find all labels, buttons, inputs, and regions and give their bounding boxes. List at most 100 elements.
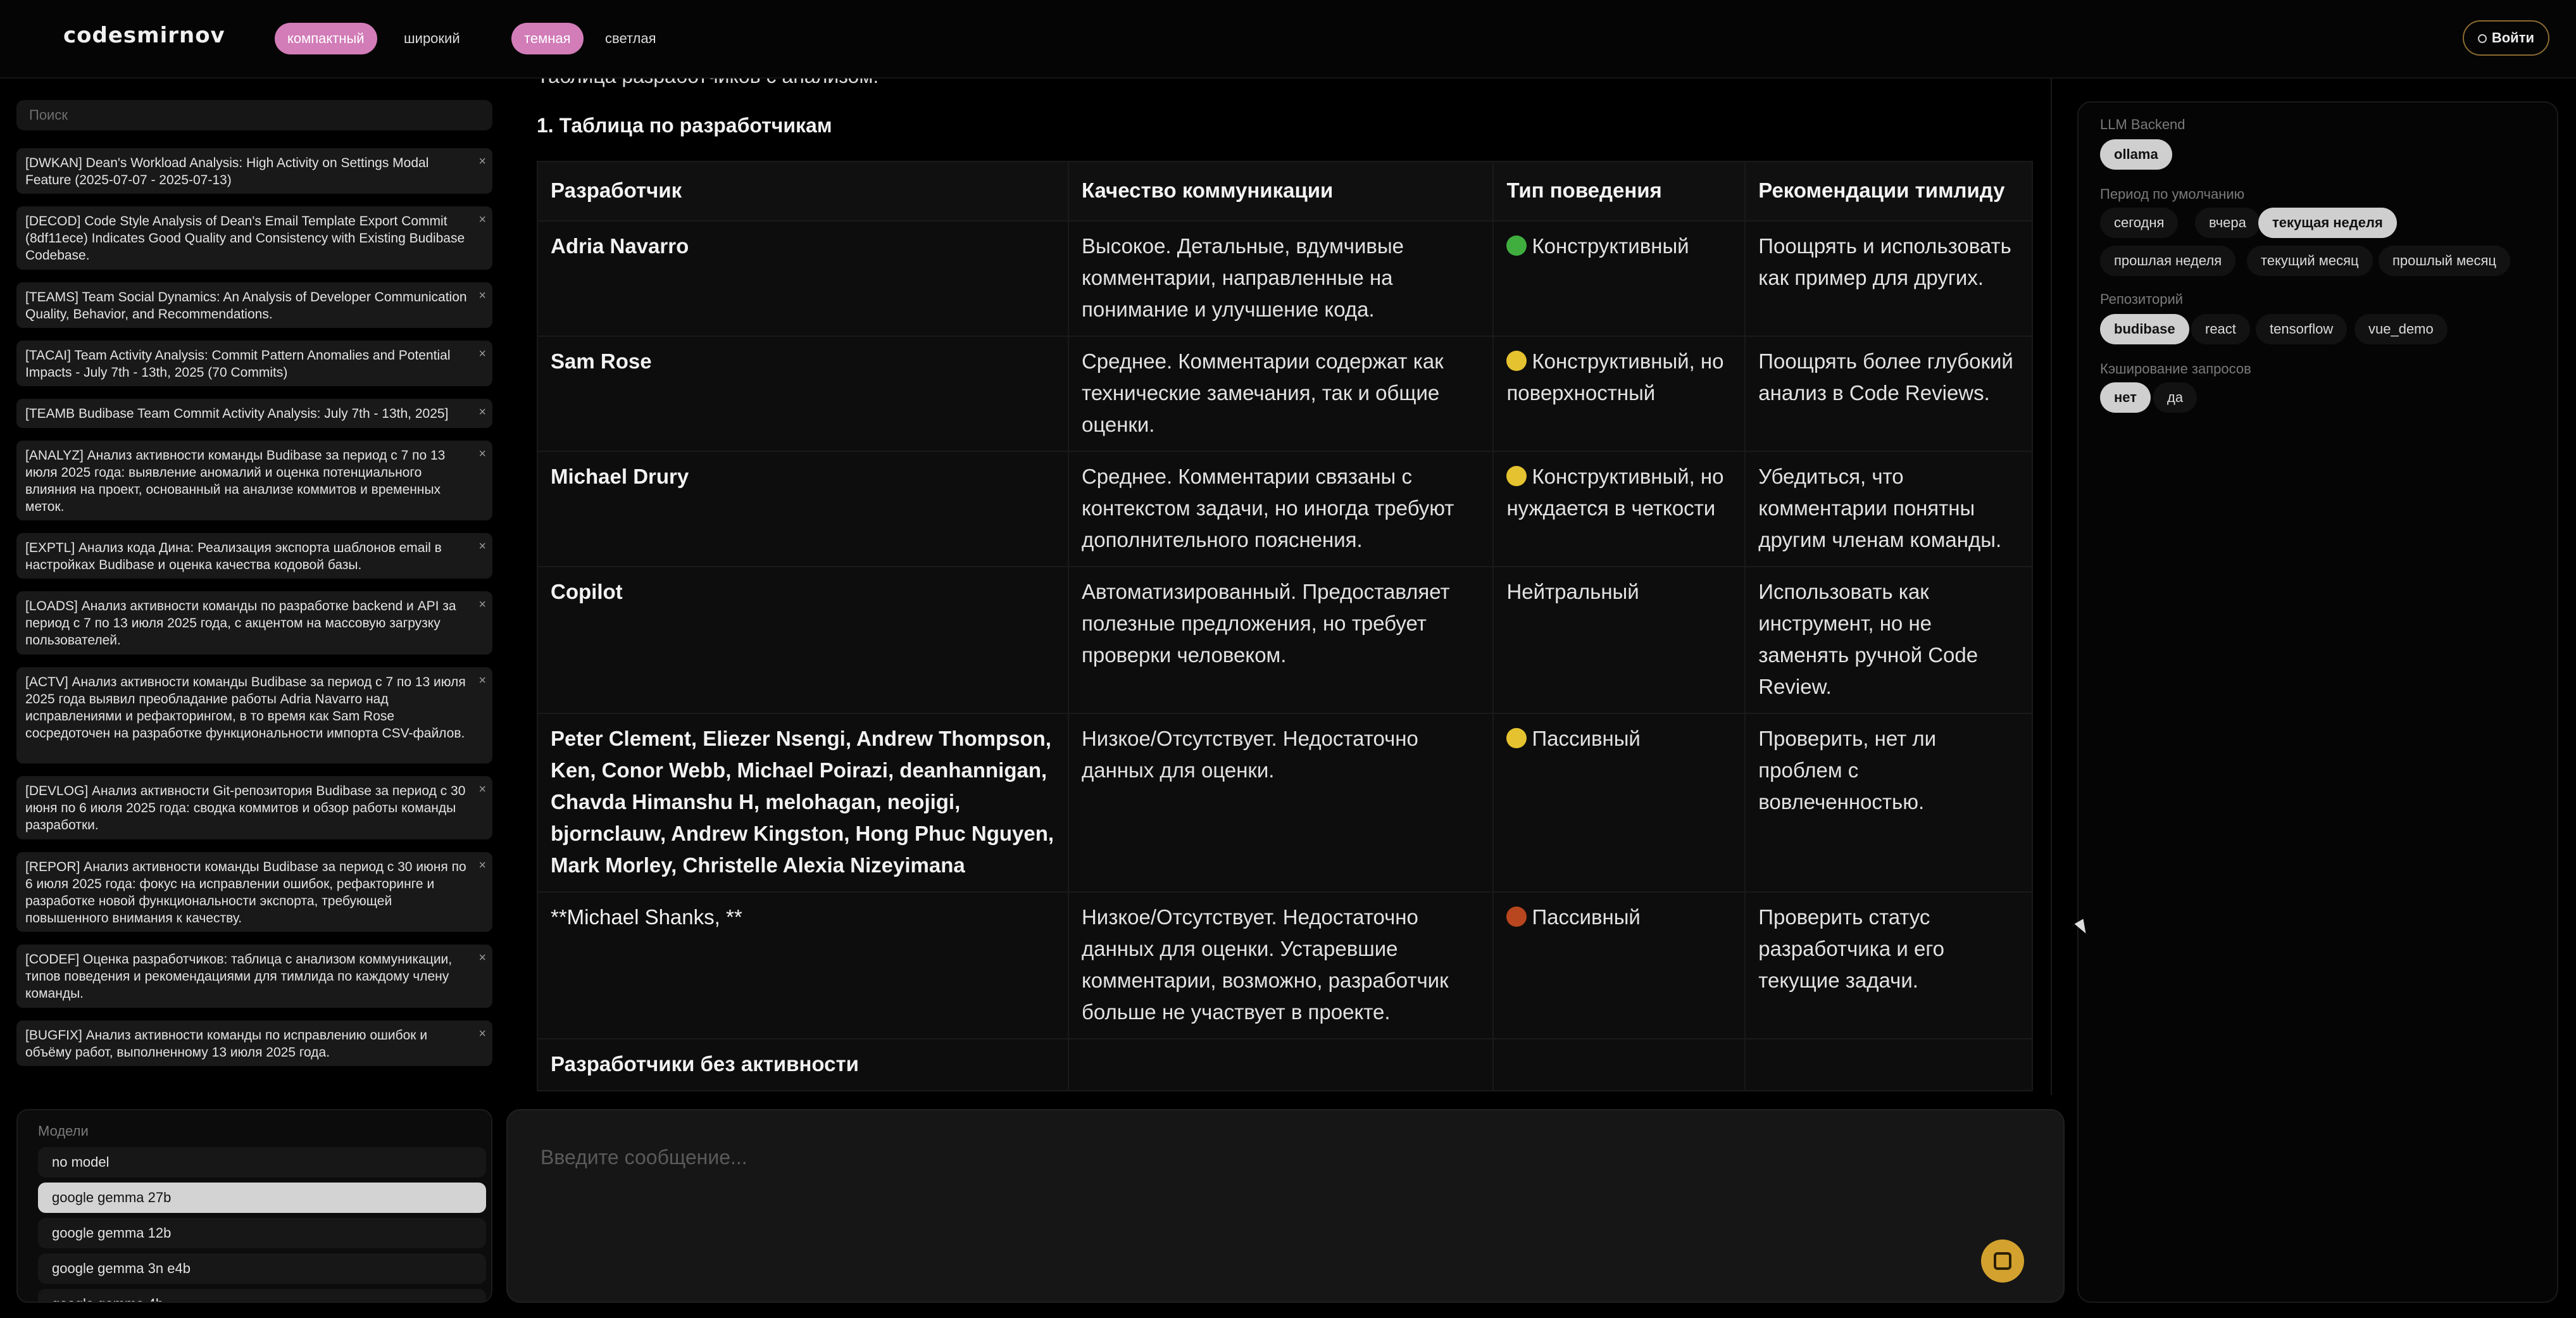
communication-quality-cell-text: Низкое/Отсутствует. Недостаточно данных … bbox=[1081, 727, 1418, 782]
history-item[interactable]: [TEAMB Budibase Team Commit Activity Ana… bbox=[16, 399, 492, 428]
layout-compact-toggle[interactable]: компактный bbox=[275, 23, 377, 54]
recommendation-cell: Проверить статус разработчика и его теку… bbox=[1744, 891, 2033, 1039]
history-item-title: [EXPTL] Анализ кода Дина: Реализация экс… bbox=[25, 541, 442, 572]
llm-backend-label: LLM Backend bbox=[2100, 116, 2185, 132]
model-option[interactable]: google gemma 3n e4b bbox=[38, 1253, 486, 1284]
close-icon[interactable]: × bbox=[478, 1026, 486, 1043]
developer-name-cell-text: **Michael Shanks, ** bbox=[551, 905, 742, 929]
communication-quality-cell-text: Автоматизированный. Предоставляет полезн… bbox=[1081, 580, 1450, 667]
history-item[interactable]: [DEVLOG] Анализ активности Git-репозитор… bbox=[16, 776, 492, 839]
close-icon[interactable]: × bbox=[478, 153, 486, 170]
message-input-placeholder: Введите сообщение... bbox=[541, 1146, 747, 1169]
theme-light-toggle[interactable]: светлая bbox=[592, 23, 669, 54]
close-icon[interactable]: × bbox=[478, 857, 486, 874]
close-icon[interactable]: × bbox=[478, 781, 486, 798]
stop-icon bbox=[1994, 1252, 2011, 1270]
history-item-title: [DWKAN] Dean's Workload Analysis: High A… bbox=[25, 156, 429, 187]
recommendation-cell: Поощрять и использовать как пример для д… bbox=[1744, 220, 2033, 337]
recommendation-cell: Поощрять более глубокий анализ в Code Re… bbox=[1744, 336, 2033, 452]
search-input[interactable]: Поиск bbox=[16, 100, 492, 130]
app-logo[interactable]: codesmirnov bbox=[63, 23, 225, 48]
behavior-type-cell: Конструктивный bbox=[1492, 220, 1746, 337]
history-item[interactable]: [ANALYZ] Анализ активности команды Budib… bbox=[16, 441, 492, 520]
history-item-title: [TACAI] Team Activity Analysis: Commit P… bbox=[25, 348, 451, 380]
scrollbar[interactable] bbox=[2051, 78, 2052, 1095]
history-item[interactable]: [DECOD] Code Style Analysis of Dean's Em… bbox=[16, 206, 492, 270]
recommendation-cell-text: Проверить, нет ли проблем с вовлеченност… bbox=[1758, 727, 1937, 813]
history-item-title: [TEAMB Budibase Team Commit Activity Ana… bbox=[25, 406, 449, 421]
history-item[interactable]: [TEAMS] Team Social Dynamics: An Analysi… bbox=[16, 282, 492, 328]
behavior-type-cell-text: Нейтральный bbox=[1506, 580, 1639, 603]
history-item[interactable]: [DWKAN] Dean's Workload Analysis: High A… bbox=[16, 148, 492, 194]
table-row: Разработчики без активности bbox=[537, 1038, 2033, 1091]
llm-option-ollama[interactable]: ollama bbox=[2100, 139, 2172, 170]
table-row: Peter Clement, Eliezer Nsengi, Andrew Th… bbox=[537, 713, 2033, 893]
close-icon[interactable]: × bbox=[478, 596, 486, 613]
close-icon[interactable]: × bbox=[478, 346, 486, 363]
period-label: Период по умолчанию bbox=[2100, 186, 2245, 202]
status-dot-icon bbox=[1506, 907, 1527, 927]
period-option-selected[interactable]: текущая неделя bbox=[2258, 208, 2397, 238]
close-icon[interactable]: × bbox=[478, 538, 486, 555]
period-option[interactable]: вчера bbox=[2195, 208, 2260, 238]
chat-messages: Таблица разработчиков с анализом: 1. Таб… bbox=[511, 78, 2052, 1095]
recommendation-cell-text: Использовать как инструмент, но не замен… bbox=[1758, 580, 1979, 698]
period-option[interactable]: текущий месяц bbox=[2247, 246, 2373, 276]
developers-table: Разработчик Качество коммуникации Тип по… bbox=[537, 161, 2033, 1091]
top-header: codesmirnov компактный широкий темная св… bbox=[0, 0, 2576, 78]
developer-name-cell-text: Sam Rose bbox=[551, 349, 652, 373]
layout-wide-toggle[interactable]: широкий bbox=[391, 23, 473, 54]
close-icon[interactable]: × bbox=[478, 950, 486, 967]
developer-name-cell-text: Copilot bbox=[551, 580, 623, 603]
repo-option[interactable]: react bbox=[2191, 314, 2250, 344]
table-row: **Michael Shanks, ** Низкое/Отсутствует. … bbox=[537, 891, 2033, 1039]
recommendation-cell bbox=[1744, 1038, 2033, 1091]
model-option-selected[interactable]: google gemma 27b bbox=[38, 1183, 486, 1213]
cache-option[interactable]: да bbox=[2153, 382, 2198, 413]
behavior-type-cell: Конструктивный, но поверхностный bbox=[1492, 336, 1746, 452]
history-item[interactable]: [EXPTL] Анализ кода Дина: Реализация экс… bbox=[16, 533, 492, 579]
history-item-title: [ACTV] Анализ активности команды Budibas… bbox=[25, 675, 466, 741]
stop-button[interactable] bbox=[1981, 1240, 2024, 1283]
history-item[interactable]: [REPOR] Анализ активности команды Budiba… bbox=[16, 852, 492, 932]
history-item[interactable]: [LOADS] Анализ активности команды по раз… bbox=[16, 591, 492, 655]
model-option[interactable]: google gemma 12b bbox=[38, 1218, 486, 1248]
developer-name-cell-text: Adria Navarro bbox=[551, 234, 689, 258]
chat-history-list: [DWKAN] Dean's Workload Analysis: High A… bbox=[16, 148, 492, 1070]
close-icon[interactable]: × bbox=[478, 404, 486, 421]
history-item[interactable]: [ACTV] Анализ активности команды Budibas… bbox=[16, 667, 492, 763]
model-option[interactable]: no model bbox=[38, 1147, 486, 1177]
period-option[interactable]: прошлый месяц bbox=[2379, 246, 2510, 276]
developer-name-cell: Sam Rose bbox=[537, 336, 1069, 452]
history-item[interactable]: [BUGFIX] Анализ активности команды по ис… bbox=[16, 1020, 492, 1066]
period-option[interactable]: прошлая неделя bbox=[2100, 246, 2236, 276]
theme-dark-toggle[interactable]: темная bbox=[511, 23, 584, 54]
cache-option-selected[interactable]: нет bbox=[2100, 382, 2151, 413]
developer-name-cell-text: Michael Drury bbox=[551, 465, 689, 488]
status-dot-icon bbox=[1506, 728, 1527, 748]
behavior-type-cell: Пассивный bbox=[1492, 891, 1746, 1039]
history-item[interactable]: [TACAI] Team Activity Analysis: Commit P… bbox=[16, 341, 492, 386]
close-icon[interactable]: × bbox=[478, 211, 486, 229]
communication-quality-cell-text: Среднее. Комментарии содержат как технич… bbox=[1081, 349, 1444, 436]
developer-name-cell-text: Peter Clement, Eliezer Nsengi, Andrew Th… bbox=[551, 727, 1054, 877]
repo-option[interactable]: tensorflow bbox=[2256, 314, 2348, 344]
recommendation-cell-text: Убедиться, что комментарии понятны други… bbox=[1758, 465, 2002, 551]
model-option[interactable]: google gemma 4b bbox=[38, 1289, 486, 1302]
message-input[interactable]: Введите сообщение... bbox=[506, 1109, 2065, 1303]
behavior-type-cell: Пассивный bbox=[1492, 713, 1746, 893]
close-icon[interactable]: × bbox=[478, 672, 486, 689]
period-option[interactable]: сегодня bbox=[2100, 208, 2179, 238]
close-icon[interactable]: × bbox=[478, 287, 486, 304]
recommendation-cell-text: Поощрять и использовать как пример для д… bbox=[1758, 234, 2011, 289]
status-dot-icon bbox=[1506, 466, 1527, 486]
repo-option[interactable]: vue_demo bbox=[2354, 314, 2448, 344]
behavior-type-cell bbox=[1492, 1038, 1746, 1091]
repo-option-selected[interactable]: budibase bbox=[2100, 314, 2189, 344]
history-item[interactable]: [CODEF] Оценка разработчиков: таблица с … bbox=[16, 945, 492, 1008]
communication-quality-cell-text: Низкое/Отсутствует. Недостаточно данных … bbox=[1081, 905, 1449, 1024]
history-item-title: [ANALYZ] Анализ активности команды Budib… bbox=[25, 448, 446, 514]
close-icon[interactable]: × bbox=[478, 446, 486, 463]
models-title: Модели bbox=[38, 1123, 89, 1139]
login-button[interactable]: Войти bbox=[2462, 20, 2549, 56]
